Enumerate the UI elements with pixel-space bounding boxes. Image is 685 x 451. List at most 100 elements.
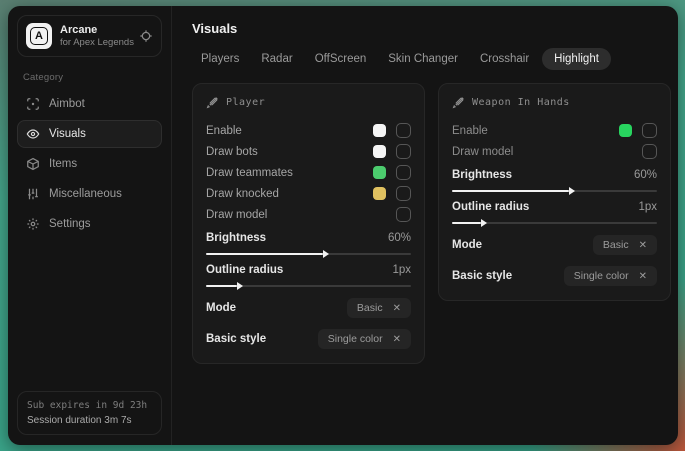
setting-label: Draw model: [206, 209, 396, 221]
slider-label: Brightness: [452, 169, 634, 181]
tag-remove-icon[interactable]: ✕: [393, 303, 401, 314]
mode-tag[interactable]: Basic ✕: [347, 298, 411, 318]
app-title: Arcane: [60, 24, 131, 37]
slider-label: Outline radius: [452, 201, 638, 213]
panel-title: Player: [226, 97, 265, 108]
basic-style-tag[interactable]: Single color ✕: [318, 329, 411, 349]
logo-letter: A: [30, 27, 48, 45]
tag-value: Basic: [357, 302, 383, 314]
checkbox[interactable]: [642, 123, 657, 138]
tab-highlight[interactable]: Highlight: [542, 48, 611, 70]
sidebar: A Arcane for Apex Legends Category: [8, 6, 172, 445]
brightness-slider[interactable]: [206, 253, 411, 255]
page-title: Visuals: [192, 21, 671, 36]
color-swatch[interactable]: [619, 124, 632, 137]
sidebar-item-visuals[interactable]: Visuals: [17, 120, 162, 148]
setting-label: Enable: [206, 125, 373, 137]
checkbox[interactable]: [396, 186, 411, 201]
sidebar-item-aimbot[interactable]: Aimbot: [17, 90, 162, 118]
brightness-slider-block: Brightness 60%: [452, 169, 657, 192]
tab-bar: Players Radar OffScreen Skin Changer Cro…: [192, 48, 671, 70]
player-panel-header: Player: [206, 96, 411, 109]
main-content: Visuals Players Radar OffScreen Skin Cha…: [172, 6, 678, 445]
weapon-panel-header: Weapon In Hands: [452, 96, 657, 109]
setting-label: Draw bots: [206, 146, 373, 158]
slider-thumb[interactable]: [481, 219, 487, 227]
setting-label: Draw model: [452, 146, 642, 158]
color-swatch[interactable]: [373, 187, 386, 200]
basic-style-tag[interactable]: Single color ✕: [564, 266, 657, 286]
tab-crosshair[interactable]: Crosshair: [471, 48, 538, 70]
eye-icon: [26, 127, 40, 141]
checkbox[interactable]: [396, 165, 411, 180]
slider-value: 60%: [388, 232, 411, 244]
box-icon: [26, 157, 40, 171]
panel-title: Weapon In Hands: [472, 97, 570, 108]
sidebar-item-miscellaneous[interactable]: Miscellaneous: [17, 180, 162, 208]
crosshair-icon: [26, 97, 40, 111]
select-label: Basic style: [452, 270, 564, 282]
setting-row-draw-model: Draw model: [452, 141, 657, 162]
checkbox[interactable]: [396, 123, 411, 138]
sidebar-item-label: Settings: [49, 218, 91, 230]
sidebar-nav: Aimbot Visuals Items: [17, 90, 162, 238]
setting-row-draw-knocked: Draw knocked: [206, 183, 411, 204]
setting-row-draw-model: Draw model: [206, 204, 411, 225]
tab-radar[interactable]: Radar: [252, 48, 301, 70]
tag-value: Basic: [603, 239, 629, 251]
setting-row-draw-teammates: Draw teammates: [206, 162, 411, 183]
basic-style-select-row: Basic style Single color ✕: [206, 329, 411, 349]
slider-thumb[interactable]: [237, 282, 243, 290]
mode-select-row: Mode Basic ✕: [452, 235, 657, 255]
checkbox[interactable]: [642, 144, 657, 159]
outline-radius-slider-block: Outline radius 1px: [206, 264, 411, 287]
subscription-status-card: Sub expires in 9d 23h Session duration 3…: [17, 391, 162, 435]
app-header-card: A Arcane for Apex Legends: [17, 15, 162, 57]
sidebar-item-label: Miscellaneous: [49, 188, 122, 200]
scan-target-icon[interactable]: [139, 29, 153, 43]
tab-players[interactable]: Players: [192, 48, 248, 70]
tag-remove-icon[interactable]: ✕: [639, 240, 647, 251]
checkbox[interactable]: [396, 207, 411, 222]
tag-value: Single color: [328, 333, 383, 345]
outline-radius-slider-block: Outline radius 1px: [452, 201, 657, 224]
weapon-in-hands-panel: Weapon In Hands Enable Draw model Bright…: [438, 83, 671, 301]
brightness-slider-block: Brightness 60%: [206, 232, 411, 255]
outline-radius-slider[interactable]: [206, 285, 411, 287]
slider-value: 60%: [634, 169, 657, 181]
brightness-slider[interactable]: [452, 190, 657, 192]
tab-offscreen[interactable]: OffScreen: [306, 48, 376, 70]
color-swatch[interactable]: [373, 166, 386, 179]
grid-icon: [26, 187, 40, 201]
slider-thumb[interactable]: [569, 187, 575, 195]
mode-select-row: Mode Basic ✕: [206, 298, 411, 318]
sword-icon: [206, 96, 219, 109]
checkbox[interactable]: [396, 144, 411, 159]
tag-value: Single color: [574, 270, 629, 282]
sidebar-item-label: Items: [49, 158, 77, 170]
sidebar-item-items[interactable]: Items: [17, 150, 162, 178]
tag-remove-icon[interactable]: ✕: [393, 334, 401, 345]
category-label: Category: [23, 72, 156, 83]
sidebar-item-settings[interactable]: Settings: [17, 210, 162, 238]
outline-radius-slider[interactable]: [452, 222, 657, 224]
slider-thumb[interactable]: [323, 250, 329, 258]
mode-tag[interactable]: Basic ✕: [593, 235, 657, 255]
slider-value: 1px: [392, 264, 411, 276]
slider-value: 1px: [638, 201, 657, 213]
setting-label: Draw teammates: [206, 167, 373, 179]
tab-skin-changer[interactable]: Skin Changer: [379, 48, 467, 70]
color-swatch[interactable]: [373, 145, 386, 158]
slider-label: Brightness: [206, 232, 388, 244]
app-subtitle: for Apex Legends: [60, 37, 131, 49]
setting-row-enable: Enable: [452, 120, 657, 141]
tag-remove-icon[interactable]: ✕: [639, 271, 647, 282]
app-window: A Arcane for Apex Legends Category: [8, 6, 678, 445]
setting-label: Enable: [452, 125, 619, 137]
slider-label: Outline radius: [206, 264, 392, 276]
session-duration-text: Session duration 3m 7s: [27, 415, 152, 426]
sidebar-item-label: Aimbot: [49, 98, 85, 110]
color-swatch[interactable]: [373, 124, 386, 137]
setting-label: Draw knocked: [206, 188, 373, 200]
setting-row-enable: Enable: [206, 120, 411, 141]
